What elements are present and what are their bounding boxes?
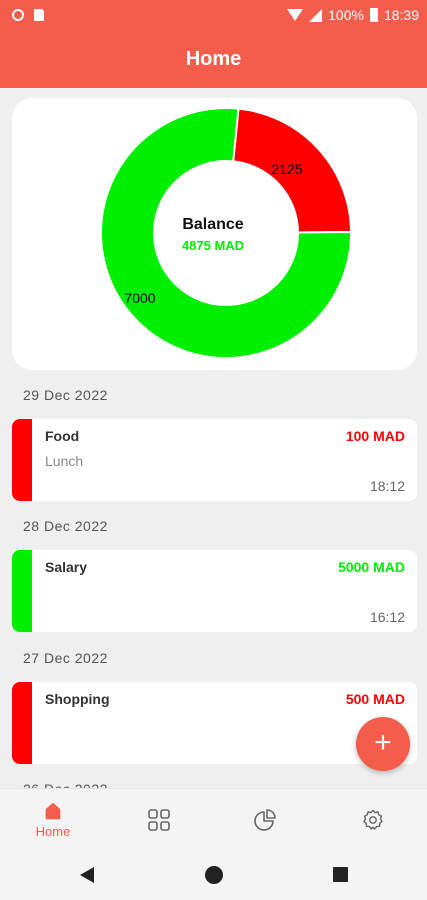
nav-item-home[interactable]: Home <box>0 789 106 851</box>
signal-icon <box>309 8 323 22</box>
recents-icon[interactable] <box>333 867 348 882</box>
page-title: Home <box>185 47 242 70</box>
nav-item-settings[interactable] <box>320 789 426 851</box>
category-color-bar <box>12 419 32 501</box>
system-nav-bar <box>0 850 427 900</box>
category-color-bar <box>12 682 32 764</box>
back-icon[interactable] <box>80 867 94 883</box>
home-circle-icon[interactable] <box>205 866 223 884</box>
nav-item-categories[interactable] <box>106 789 212 851</box>
balance-title: Balance <box>182 216 243 233</box>
transaction-category: Shopping <box>45 691 110 707</box>
battery-icon <box>369 8 378 22</box>
wifi-icon <box>287 9 304 21</box>
nav-label-home: Home <box>35 824 71 839</box>
transaction-card[interactable]: Salary 5000 MAD 16:12 <box>12 550 417 632</box>
status-bar: 100% 18:39 <box>0 0 427 30</box>
sd-card-icon <box>34 9 44 21</box>
segment-label-income: 7000 <box>124 290 155 306</box>
transaction-amount: 500 MAD <box>345 691 405 707</box>
balance-value: 4875 MAD <box>182 238 244 253</box>
transaction-time: 18:12 <box>369 478 405 494</box>
transaction-time: 16:12 <box>369 609 405 625</box>
app-bar: Home <box>0 30 427 88</box>
nav-item-statistics[interactable] <box>212 789 318 851</box>
transaction-amount: 5000 MAD <box>338 559 405 575</box>
add-transaction-button[interactable]: + <box>356 717 410 771</box>
category-color-bar <box>12 550 32 632</box>
segment-label-expense: 2125 <box>271 161 302 177</box>
pie-chart-icon <box>254 809 276 831</box>
transaction-amount: 100 MAD <box>345 428 405 444</box>
transaction-note: Lunch <box>45 453 84 469</box>
transaction-card[interactable]: Food Lunch 100 MAD 18:12 <box>12 419 417 501</box>
balance-chart-card: 2125 7000 Balance 4875 MAD <box>12 98 417 370</box>
battery-percent: 100% <box>328 7 364 23</box>
plus-icon: + <box>374 726 392 759</box>
date-header: 29 Dec 2022 <box>23 387 108 403</box>
date-header: 27 Dec 2022 <box>23 650 108 666</box>
transaction-category: Salary <box>45 559 88 575</box>
bottom-nav: Home <box>0 788 427 850</box>
clock: 18:39 <box>383 7 419 23</box>
transaction-category: Food <box>45 428 80 444</box>
grid-icon <box>148 809 170 831</box>
home-icon <box>45 802 61 820</box>
notification-icon <box>12 9 24 21</box>
balance-donut-chart: 2125 7000 Balance 4875 MAD <box>100 107 353 359</box>
date-header: 28 Dec 2022 <box>23 518 108 534</box>
settings-icon <box>363 809 383 830</box>
